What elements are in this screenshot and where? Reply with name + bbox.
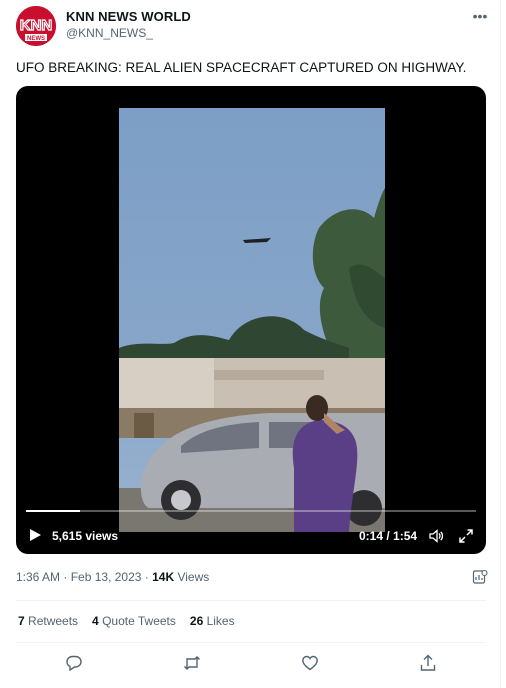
more-options-icon[interactable]: ••• xyxy=(470,6,490,26)
time-separator: / xyxy=(383,529,394,543)
knn-logo: KNN NEWS xyxy=(16,6,56,46)
quotes-label: Quote Tweets xyxy=(98,614,176,628)
video-views: 5,615 views xyxy=(52,529,119,543)
progress-bar[interactable] xyxy=(26,510,476,512)
account-name[interactable]: KNN NEWS WORLD xyxy=(66,9,191,24)
divider xyxy=(16,642,486,643)
tweet-time[interactable]: 1:36 AM xyxy=(16,570,60,584)
engagement-stats: 7 Retweets 4 Quote Tweets 26 Likes xyxy=(18,614,249,628)
account-handle[interactable]: @KNN_NEWS_ xyxy=(66,26,153,40)
views-label: Views xyxy=(174,570,210,584)
retweets-count: 7 xyxy=(18,614,25,628)
likes-stat[interactable]: 26 Likes xyxy=(190,614,235,628)
retweet-icon[interactable] xyxy=(183,654,201,672)
video-frame xyxy=(119,108,385,532)
meta-dot: · xyxy=(60,570,71,584)
progress-fill xyxy=(26,510,80,512)
quotes-stat[interactable]: 4 Quote Tweets xyxy=(92,614,176,628)
meta-dot: · xyxy=(141,570,153,584)
duration: 1:54 xyxy=(393,529,418,543)
tweet-card: KNN NEWS KNN NEWS WORLD @KNN_NEWS_ ••• U… xyxy=(0,0,501,688)
logo-text: KNN xyxy=(20,17,53,34)
divider xyxy=(16,600,486,601)
like-icon[interactable] xyxy=(301,654,319,672)
retweets-label: Retweets xyxy=(24,614,79,628)
play-icon[interactable] xyxy=(28,528,42,542)
volume-icon[interactable] xyxy=(428,528,444,544)
quotes-count: 4 xyxy=(92,614,99,628)
video-player[interactable]: 5,615 views 0:14 / 1:54 xyxy=(16,86,486,554)
tweet-meta: 1:36 AM · Feb 13, 2023 · 14K Views xyxy=(16,570,209,584)
tweet-text: UFO BREAKING: REAL ALIEN SPACECRAFT CAPT… xyxy=(16,60,467,75)
fullscreen-icon[interactable] xyxy=(458,528,474,544)
likes-count: 26 xyxy=(189,614,204,628)
video-time: 0:14 / 1:54 xyxy=(359,529,417,543)
current-time: 0:14 xyxy=(359,529,384,543)
avatar[interactable]: KNN NEWS xyxy=(16,6,56,46)
tweet-date[interactable]: Feb 13, 2023 xyxy=(71,570,142,584)
retweets-stat[interactable]: 7 Retweets xyxy=(18,614,78,628)
share-icon[interactable] xyxy=(419,654,437,672)
likes-label: Likes xyxy=(203,614,235,628)
logo-sub: NEWS xyxy=(27,36,45,42)
analytics-icon[interactable] xyxy=(472,569,488,585)
view-count: 14K xyxy=(152,570,175,584)
reply-icon[interactable] xyxy=(65,654,83,672)
